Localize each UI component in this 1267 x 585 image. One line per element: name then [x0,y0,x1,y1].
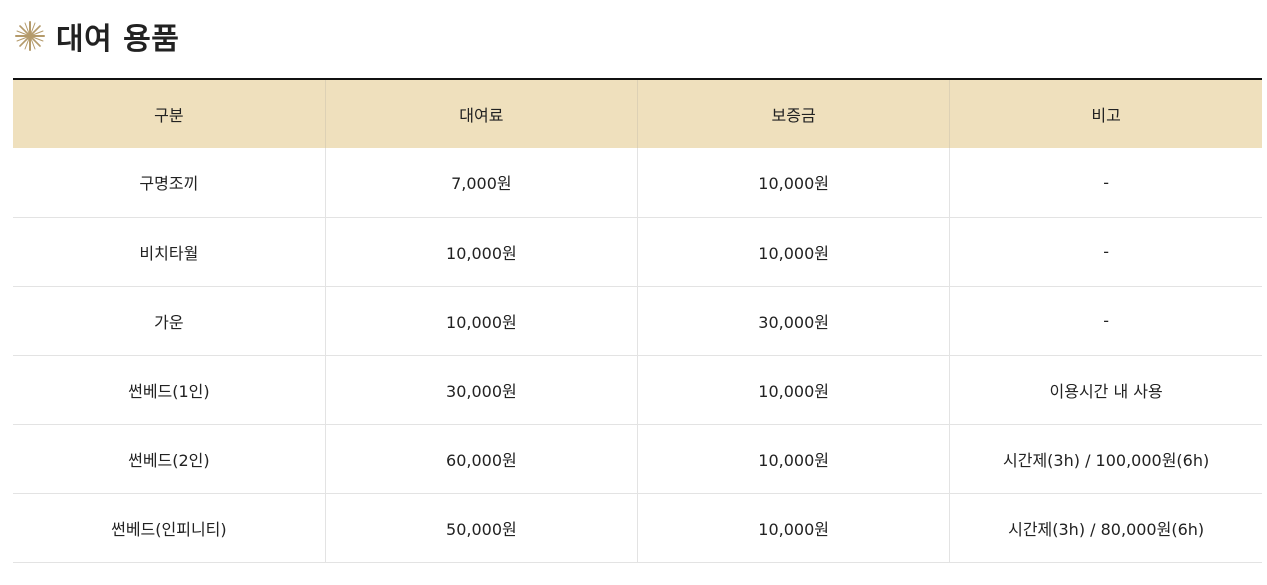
table-header-row: 구분 대여료 보증금 비고 [13,79,1262,148]
table-row: 썬베드(1인) 30,000원 10,000원 이용시간 내 사용 [13,355,1262,425]
table-row: 썬베드(2인) 60,000원 10,000원 시간제(3h) / 100,00… [13,424,1262,494]
cell-note: 시간제(3h) / 100,000원(6h) [949,424,1262,494]
cell-rental-fee: 50,000원 [324,493,638,563]
page-title: 대여 용품 [56,22,180,57]
cell-note: 이용시간 내 사용 [949,355,1262,425]
cell-deposit: 10,000원 [636,493,950,563]
column-header-deposit: 보증금 [636,79,950,148]
cell-note: 시간제(3h) / 80,000원(6h) [949,493,1262,563]
cell-category: 구명조끼 [13,148,326,218]
cell-deposit: 10,000원 [636,355,950,425]
table-body: 구명조끼 7,000원 10,000원 - 비치타월 10,000원 10,00… [13,148,1262,563]
cell-rental-fee: 60,000원 [324,424,638,494]
table-row: 구명조끼 7,000원 10,000원 - [13,148,1262,218]
table-row: 비치타월 10,000원 10,000원 - [13,217,1262,287]
cell-category: 썬베드(1인) [13,355,326,425]
cell-rental-fee: 7,000원 [324,148,638,218]
cell-deposit: 10,000원 [636,217,950,287]
table-row: 가운 10,000원 30,000원 - [13,286,1262,356]
table-row: 썬베드(인피니티) 50,000원 10,000원 시간제(3h) / 80,0… [13,493,1262,563]
rental-items-table: 구분 대여료 보증금 비고 구명조끼 7,000원 10,000원 - 비치타월… [13,78,1262,563]
cell-note: - [949,217,1262,287]
cell-category: 비치타월 [13,217,326,287]
cell-deposit: 10,000원 [636,424,950,494]
cell-rental-fee: 10,000원 [324,286,638,356]
cell-category: 썬베드(2인) [13,424,326,494]
section-header: 대여 용품 [14,14,179,58]
column-header-rental-fee: 대여료 [324,79,638,148]
cell-rental-fee: 10,000원 [324,217,638,287]
column-header-category: 구분 [13,79,326,148]
cell-rental-fee: 30,000원 [324,355,638,425]
cell-category: 가운 [13,286,326,356]
cell-note: - [949,148,1262,218]
column-header-note: 비고 [949,79,1262,148]
cell-deposit: 30,000원 [636,286,950,356]
table-header: 구분 대여료 보증금 비고 [13,79,1262,148]
cell-category: 썬베드(인피니티) [13,493,326,563]
cell-note: - [949,286,1262,356]
sparkle-star-icon [14,20,46,52]
cell-deposit: 10,000원 [636,148,950,218]
